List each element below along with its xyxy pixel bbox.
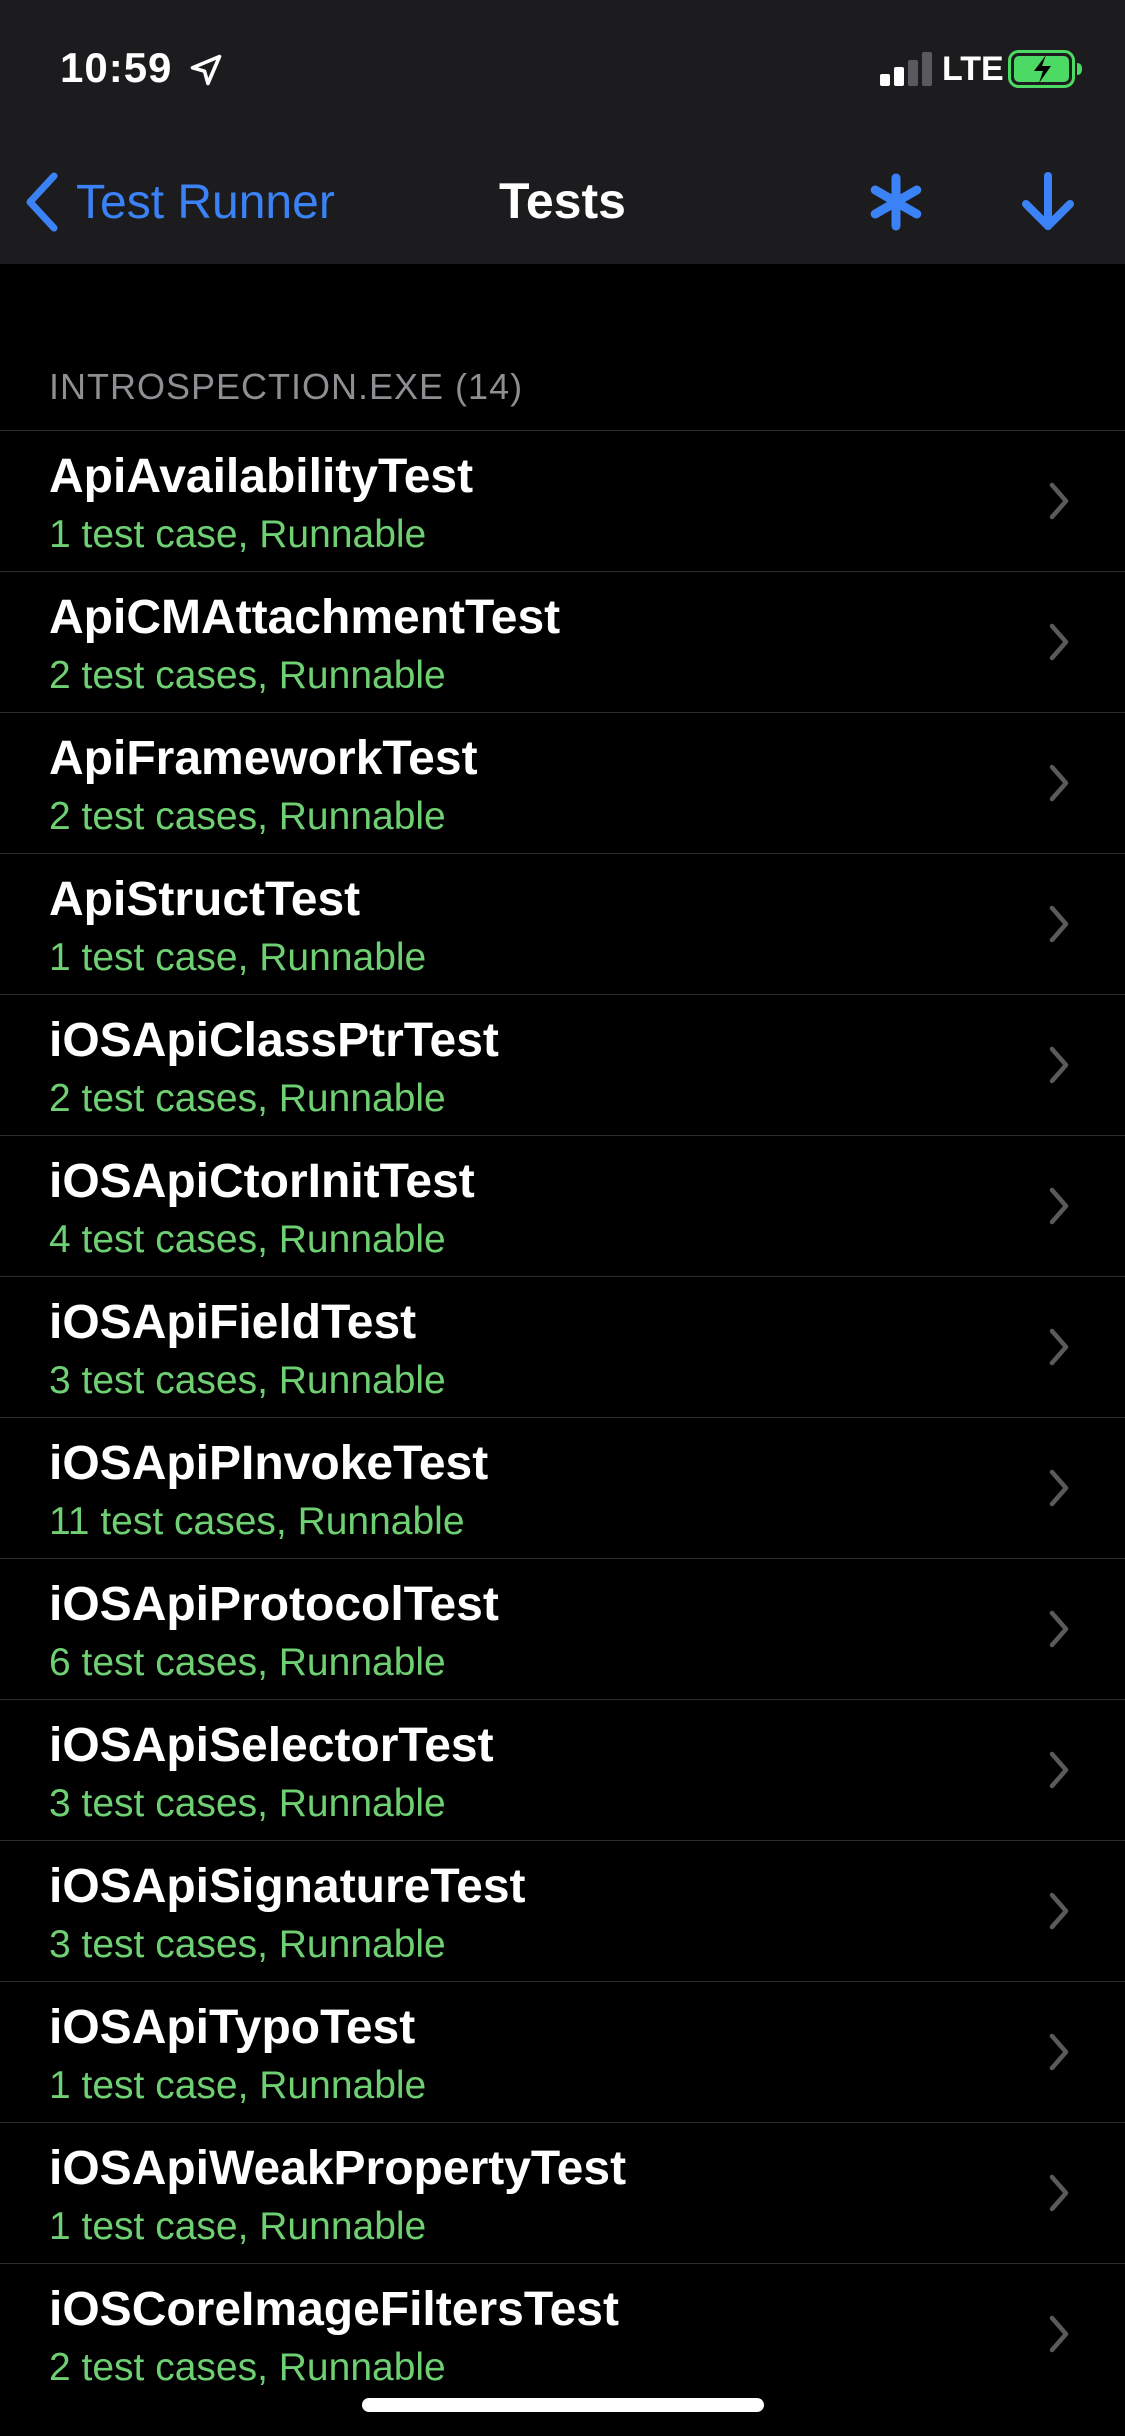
chevron-right-icon — [1049, 2315, 1069, 2353]
chevron-right-icon — [1049, 1469, 1069, 1507]
chevron-right-icon — [1049, 905, 1069, 943]
asterisk-icon[interactable] — [866, 172, 926, 232]
test-name: ApiAvailabilityTest — [49, 450, 474, 503]
table-row[interactable]: iOSApiSelectorTest 3 test cases, Runnable — [0, 1699, 1125, 1840]
table-row[interactable]: iOSApiCtorInitTest 4 test cases, Runnable — [0, 1135, 1125, 1276]
test-summary: 1 test case, Runnable — [49, 2064, 427, 2107]
chevron-right-icon — [1049, 764, 1069, 802]
table-row[interactable]: iOSApiProtocolTest 6 test cases, Runnable — [0, 1558, 1125, 1699]
chevron-left-icon — [26, 172, 58, 232]
location-arrow-icon — [190, 54, 222, 86]
chevron-right-icon — [1049, 1187, 1069, 1225]
table-row[interactable]: ApiFrameworkTest 2 test cases, Runnable — [0, 712, 1125, 853]
test-summary: 6 test cases, Runnable — [49, 1641, 446, 1684]
table-row[interactable]: iOSApiSignatureTest 3 test cases, Runnabl… — [0, 1840, 1125, 1981]
table-row[interactable]: iOSApiPInvokeTest 11 test cases, Runnable — [0, 1417, 1125, 1558]
table-row[interactable]: ApiAvailabilityTest 1 test case, Runnable — [0, 430, 1125, 571]
test-summary: 3 test cases, Runnable — [49, 1923, 446, 1966]
chevron-right-icon — [1049, 2033, 1069, 2071]
home-indicator[interactable] — [362, 2398, 764, 2412]
test-summary: 2 test cases, Runnable — [49, 1077, 446, 1120]
back-button-label: Test Runner — [76, 175, 335, 229]
test-name: iOSApiSelectorTest — [49, 1719, 494, 1772]
table-row[interactable]: iOSApiTypoTest 1 test case, Runnable — [0, 1981, 1125, 2122]
chevron-right-icon — [1049, 482, 1069, 520]
test-list: ApiAvailabilityTest 1 test case, Runnable… — [0, 430, 1125, 2404]
chevron-right-icon — [1049, 1892, 1069, 1930]
table-row[interactable]: iOSApiFieldTest 3 test cases, Runnable — [0, 1276, 1125, 1417]
status-bar: 10:59 LTE — [0, 0, 1125, 140]
test-name: iOSApiPInvokeTest — [49, 1437, 489, 1490]
chevron-right-icon — [1049, 2174, 1069, 2212]
test-name: ApiStructTest — [49, 873, 361, 926]
test-name: ApiFrameworkTest — [49, 732, 478, 785]
section-header: INTROSPECTION.EXE (14) — [49, 366, 524, 407]
chevron-right-icon — [1049, 1610, 1069, 1648]
test-summary: 2 test cases, Runnable — [49, 2346, 446, 2389]
test-name: iOSApiFieldTest — [49, 1296, 417, 1349]
test-name: iOSApiClassPtrTest — [49, 1014, 499, 1067]
status-time: 10:59 — [60, 44, 173, 91]
table-row[interactable]: ApiStructTest 1 test case, Runnable — [0, 853, 1125, 994]
test-summary: 4 test cases, Runnable — [49, 1218, 446, 1261]
test-summary: 1 test case, Runnable — [49, 513, 427, 556]
chevron-right-icon — [1049, 1046, 1069, 1084]
test-name: iOSApiCtorInitTest — [49, 1155, 475, 1208]
signal-bars-icon — [880, 52, 932, 86]
test-name: iOSCoreImageFiltersTest — [49, 2283, 619, 2336]
test-name: iOSApiTypoTest — [49, 2001, 416, 2054]
chevron-right-icon — [1049, 623, 1069, 661]
test-name: ApiCMAttachmentTest — [49, 591, 561, 644]
network-label: LTE — [942, 50, 1004, 88]
test-name: iOSApiWeakPropertyTest — [49, 2142, 627, 2195]
navigation-bar: Test Runner Tests — [0, 140, 1125, 264]
chevron-right-icon — [1049, 1328, 1069, 1366]
test-summary: 3 test cases, Runnable — [49, 1782, 446, 1825]
test-summary: 1 test case, Runnable — [49, 936, 427, 979]
test-name: iOSApiProtocolTest — [49, 1578, 499, 1631]
table-row[interactable]: ApiCMAttachmentTest 2 test cases, Runnabl… — [0, 571, 1125, 712]
header: 10:59 LTE Test Runner Tests — [0, 0, 1125, 264]
test-summary: 3 test cases, Runnable — [49, 1359, 446, 1402]
test-name: iOSApiSignatureTest — [49, 1860, 526, 1913]
test-summary: 2 test cases, Runnable — [49, 795, 446, 838]
chevron-right-icon — [1049, 1751, 1069, 1789]
test-summary: 11 test cases, Runnable — [49, 1500, 465, 1543]
table-row[interactable]: iOSApiWeakPropertyTest 1 test case, Runna… — [0, 2122, 1125, 2263]
test-summary: 1 test case, Runnable — [49, 2205, 427, 2248]
battery-charging-icon — [1008, 50, 1082, 88]
test-summary: 2 test cases, Runnable — [49, 654, 446, 697]
arrow-down-icon[interactable] — [1020, 170, 1076, 234]
back-button[interactable]: Test Runner — [22, 164, 335, 240]
table-row[interactable]: iOSCoreImageFiltersTest 2 test cases, Run… — [0, 2263, 1125, 2404]
table-row[interactable]: iOSApiClassPtrTest 2 test cases, Runnable — [0, 994, 1125, 1135]
